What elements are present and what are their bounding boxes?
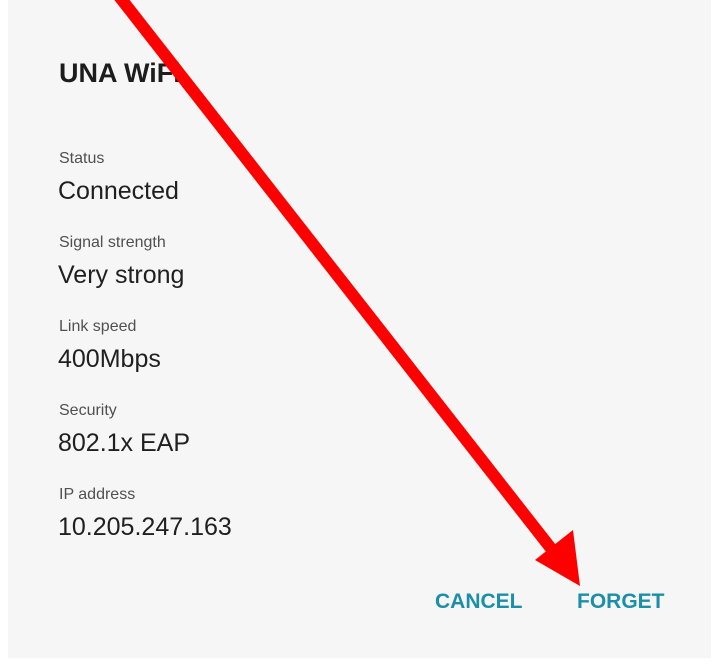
link-speed-value: 400Mbps — [58, 345, 161, 373]
ip-address-value: 10.205.247.163 — [58, 513, 232, 541]
link-speed-label: Link speed — [59, 318, 137, 335]
status-label: Status — [59, 150, 105, 167]
signal-strength-value: Very strong — [58, 261, 185, 289]
ip-address-label: IP address — [59, 486, 136, 503]
dialog-title: UNA WiFi — [59, 58, 181, 88]
cancel-button[interactable]: CANCEL — [435, 590, 523, 614]
security-label: Security — [59, 402, 117, 419]
wifi-network-dialog: UNA WiFi Status Connected Signal strengt… — [8, 0, 711, 658]
status-value: Connected — [58, 177, 179, 205]
signal-strength-label: Signal strength — [59, 234, 166, 251]
security-value: 802.1x EAP — [58, 429, 191, 457]
forget-button[interactable]: FORGET — [577, 590, 665, 614]
